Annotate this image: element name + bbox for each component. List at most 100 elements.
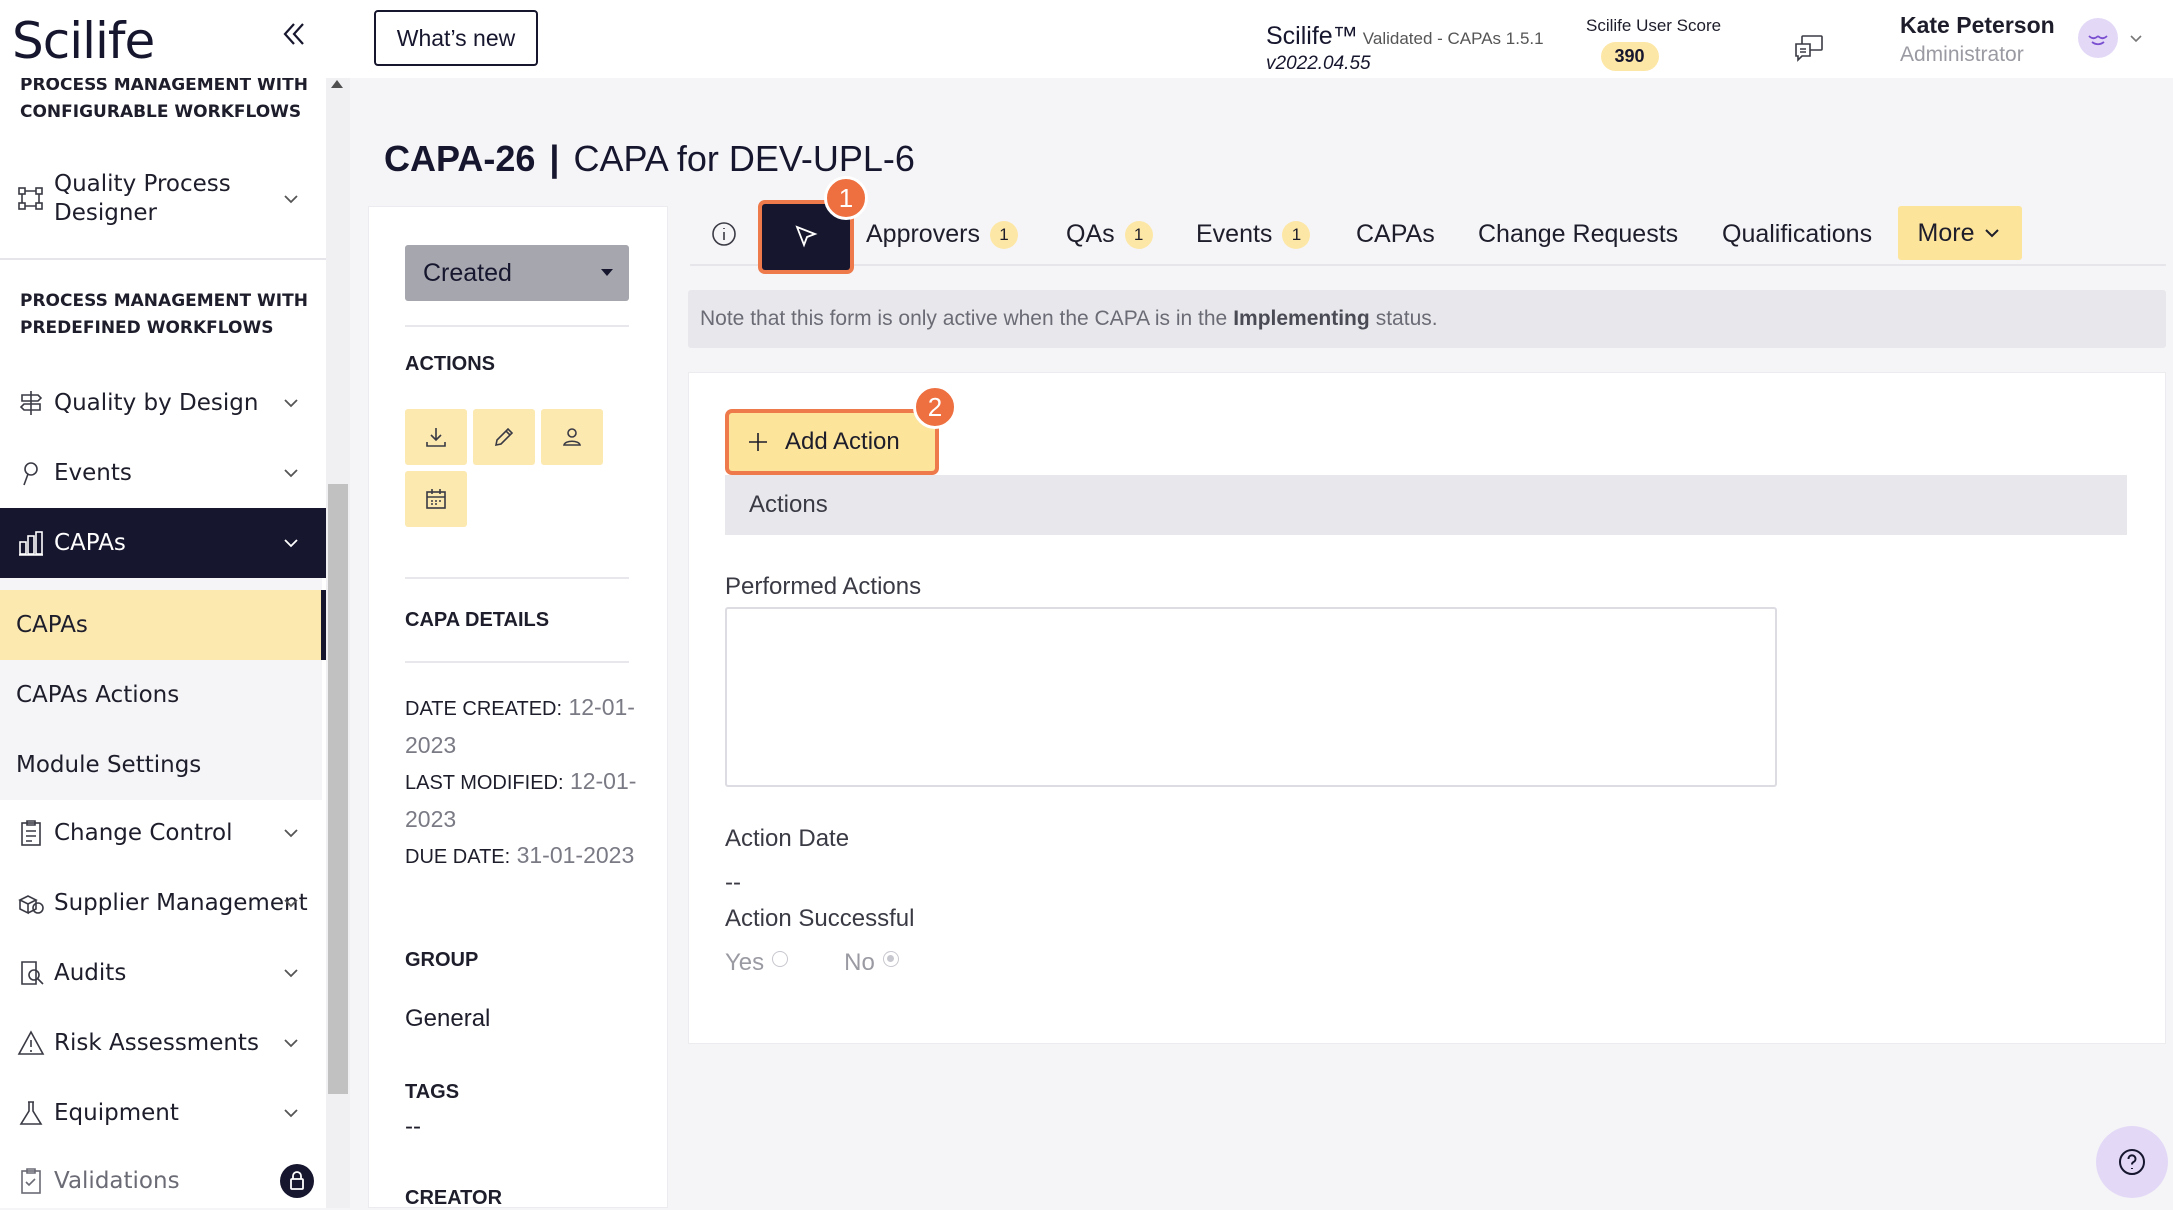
note-text-end: status. bbox=[1375, 307, 1438, 330]
page-title: CAPA-26 | CAPA for DEV-UPL-6 bbox=[384, 138, 915, 180]
sidebar-item-capas[interactable]: CAPAs bbox=[0, 508, 326, 578]
calendar-icon bbox=[426, 489, 446, 509]
radio-no[interactable] bbox=[882, 951, 899, 967]
sidebar-item-quality-process-designer[interactable]: Quality Process Designer bbox=[0, 144, 326, 254]
pin-icon bbox=[23, 462, 38, 486]
tab-events[interactable]: Events 1 bbox=[1196, 220, 1311, 249]
subnav-module-settings[interactable]: Module Settings bbox=[0, 730, 322, 800]
sidebar-item-events[interactable]: Events bbox=[0, 438, 326, 508]
group-value: General bbox=[405, 1005, 491, 1032]
last-modified-row: LAST MODIFIED: 12-01-2023 bbox=[405, 763, 645, 837]
tab-approvers[interactable]: Approvers 1 bbox=[866, 220, 1018, 249]
sidebar-section-configurable: PROCESS MANAGEMENT WITH CONFIGURABLE WOR… bbox=[20, 75, 308, 122]
radio-yes[interactable] bbox=[772, 951, 789, 967]
add-action-button[interactable]: Add Action bbox=[729, 413, 935, 471]
user-score: Scilife User Score 390 bbox=[1586, 16, 1721, 71]
capa-code: CAPA-26 bbox=[384, 138, 536, 179]
whats-new-button[interactable]: What’s new bbox=[374, 10, 538, 66]
tab-label: CAPAs bbox=[1356, 220, 1435, 248]
more-tabs-button[interactable]: More bbox=[1898, 206, 2022, 260]
help-button[interactable] bbox=[2096, 1126, 2168, 1198]
add-action-label: Add Action bbox=[785, 428, 900, 455]
tab-qas[interactable]: QAs 1 bbox=[1066, 220, 1153, 249]
sidebar-scroll-thumb[interactable] bbox=[328, 484, 348, 1094]
chevron-down-icon bbox=[284, 899, 298, 908]
capa-title: CAPA for DEV-UPL-6 bbox=[573, 138, 915, 179]
collapse-sidebar-icon[interactable] bbox=[278, 18, 310, 50]
chevron-down-icon[interactable] bbox=[2128, 30, 2144, 46]
sidebar-item-label: Quality Process Designer bbox=[54, 171, 231, 226]
info-icon[interactable] bbox=[710, 220, 738, 248]
capa-dates: DATE CREATED: 12-01-2023 LAST MODIFIED: … bbox=[405, 689, 645, 875]
performed-actions-textarea[interactable] bbox=[725, 607, 1777, 787]
divider bbox=[405, 661, 629, 663]
date-created-label: DATE CREATED: bbox=[405, 698, 563, 720]
divider bbox=[405, 577, 629, 579]
audit-icon bbox=[21, 961, 44, 985]
sidebar-item-label: CAPAs bbox=[54, 530, 126, 556]
tags-heading: TAGS bbox=[405, 1081, 460, 1103]
chat-icon[interactable] bbox=[1792, 32, 1826, 66]
capa-detail-panel: Created ACTIONS CAPA DETAILS DATE CREATE… bbox=[368, 206, 668, 1209]
sidebar-item-label: Validations bbox=[54, 1168, 180, 1194]
tab-label: Change Requests bbox=[1478, 220, 1679, 248]
inactive-form-note: Note that this form is only active when … bbox=[688, 290, 2166, 348]
tags-value: -- bbox=[405, 1113, 421, 1140]
topbar: What’s new Scilife™ Validated - CAPAs 1.… bbox=[350, 0, 2173, 78]
tab-qualifications[interactable]: Qualifications bbox=[1722, 220, 1872, 249]
avatar[interactable] bbox=[2078, 18, 2118, 58]
sidebar-item-equipment[interactable]: Equipment bbox=[0, 1078, 326, 1148]
sidebar-item-change-control[interactable]: Change Control bbox=[0, 798, 326, 868]
radio-yes-label: Yes bbox=[725, 949, 765, 976]
actions-form: Add Action 2 Actions Performed Actions A… bbox=[688, 372, 2166, 1044]
chevron-down-icon bbox=[284, 969, 298, 978]
chevron-down-icon bbox=[284, 1039, 298, 1048]
scroll-up-arrow-icon[interactable] bbox=[331, 80, 343, 88]
workflow-icon bbox=[18, 187, 43, 210]
divider bbox=[405, 325, 629, 327]
caret-down-icon bbox=[601, 269, 613, 276]
app-version: Scilife™ Validated - CAPAs 1.5.1 v2022.0… bbox=[1266, 22, 1544, 75]
tab-label: Events bbox=[1196, 220, 1273, 248]
scilife-logo: Scilife bbox=[12, 12, 155, 70]
capa-tabs: 1 Approvers 1 QAs 1 Events 1 CAPAs Change R… bbox=[690, 176, 2166, 270]
tab-count-badge: 1 bbox=[989, 220, 1018, 249]
cursor-arrow-icon bbox=[795, 225, 818, 248]
sidebar-item-label: Risk Assessments bbox=[54, 1030, 259, 1056]
clipboard-icon bbox=[21, 820, 41, 846]
tab-change-requests[interactable]: Change Requests bbox=[1478, 220, 1678, 249]
edit-button[interactable] bbox=[473, 409, 535, 465]
due-date-label: DUE DATE: bbox=[405, 846, 511, 868]
due-date-value: 31-01-2023 bbox=[516, 842, 635, 868]
date-created-row: DATE CREATED: 12-01-2023 bbox=[405, 689, 645, 763]
group-heading: GROUP bbox=[405, 949, 479, 971]
download-button[interactable] bbox=[405, 409, 467, 465]
logo-row: Scilife bbox=[0, 0, 350, 78]
note-text: Note that this form is only active when … bbox=[700, 307, 1228, 330]
sidebar-item-validations[interactable]: Validations bbox=[0, 1146, 326, 1208]
sidebar-item-risk-assessments[interactable]: Risk Assessments bbox=[0, 1008, 326, 1078]
sidebar-item-audits[interactable]: Audits bbox=[0, 938, 326, 1008]
assign-user-button[interactable] bbox=[541, 409, 603, 465]
user-name: Kate Peterson bbox=[1900, 12, 2055, 38]
sidebar-item-supplier-management[interactable]: Supplier Management bbox=[0, 868, 326, 938]
status-dropdown[interactable]: Created bbox=[405, 245, 629, 301]
chevron-down-icon bbox=[284, 539, 298, 548]
tab-label: QAs bbox=[1066, 220, 1115, 248]
subnav-spacer bbox=[0, 578, 322, 590]
actions-list-header[interactable]: Actions bbox=[725, 475, 2127, 535]
pencil-icon bbox=[494, 427, 514, 447]
last-modified-label: LAST MODIFIED: bbox=[405, 772, 564, 794]
sidebar-item-quality-by-design[interactable]: Quality by Design bbox=[0, 368, 326, 438]
schedule-button[interactable] bbox=[405, 471, 467, 527]
subnav-capas[interactable]: CAPAs bbox=[0, 590, 326, 660]
chevron-down-icon bbox=[284, 1109, 298, 1118]
subnav-capas-actions[interactable]: CAPAs Actions bbox=[0, 660, 322, 730]
app-name: Scilife™ bbox=[1266, 22, 1358, 50]
download-icon bbox=[426, 428, 446, 447]
tab-capas[interactable]: CAPAs bbox=[1356, 220, 1435, 249]
chevron-down-icon bbox=[284, 829, 298, 838]
tab-count-badge: 1 bbox=[1282, 220, 1311, 249]
user-menu[interactable]: Kate Peterson Administrator bbox=[1900, 12, 2055, 67]
sidebar-section-predefined: PROCESS MANAGEMENT WITH PREDEFINED WORKF… bbox=[20, 291, 308, 338]
